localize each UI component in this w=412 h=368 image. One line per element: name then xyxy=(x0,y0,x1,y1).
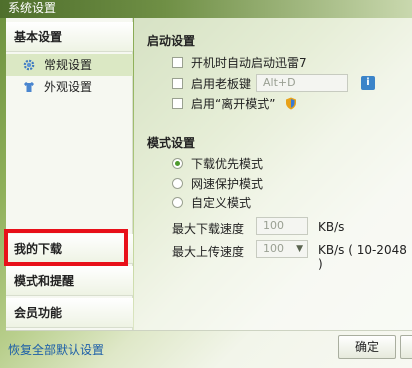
sidebar-item-label: 外观设置 xyxy=(44,80,93,94)
boss-key-checkbox[interactable] xyxy=(172,77,183,89)
speed-protect-radio[interactable] xyxy=(172,177,183,189)
boss-key-checkbox-row[interactable]: 启用老板键 xyxy=(172,74,251,92)
shield-icon[interactable] xyxy=(285,97,297,110)
autostart-checkbox-row[interactable]: 开机时自动启动迅雷7 xyxy=(172,53,307,71)
ok-button[interactable]: 确定 xyxy=(338,335,396,359)
boss-key-field[interactable]: Alt+D xyxy=(256,74,348,92)
autostart-checkbox[interactable] xyxy=(172,56,183,68)
startup-section-title: 启动设置 xyxy=(147,34,196,48)
sidebar-header-basic[interactable]: 基本设置 xyxy=(6,22,133,52)
boss-key-label: 启用老板键 xyxy=(191,76,252,91)
away-mode-label: 启用“离开模式” xyxy=(191,96,276,111)
footer-divider xyxy=(6,330,412,331)
info-icon[interactable]: i xyxy=(361,76,375,90)
max-download-unit: KB/s xyxy=(318,220,345,234)
gear-icon xyxy=(23,59,35,71)
autostart-label: 开机时自动启动迅雷7 xyxy=(191,55,307,70)
sidebar-header-mode-reminders[interactable]: 模式和提醒 xyxy=(6,266,133,296)
max-upload-field[interactable]: 100 ▼ xyxy=(256,240,308,258)
max-upload-value: 100 xyxy=(263,242,284,255)
mode-option-label: 自定义模式 xyxy=(191,195,252,210)
mode-section-title: 模式设置 xyxy=(147,136,196,150)
dropdown-arrow-icon[interactable]: ▼ xyxy=(296,241,303,257)
cancel-button[interactable] xyxy=(400,335,412,359)
max-upload-unit: KB/s ( 10-2048 ) xyxy=(318,243,407,271)
mode-option-download-priority[interactable]: 下载优先模式 xyxy=(172,154,263,172)
sidebar: 基本设置 常规设置 外观设置 我的下载 模式和提醒 会员功能 xyxy=(6,18,133,330)
mode-option-speed-protect[interactable]: 网速保护模式 xyxy=(172,174,263,192)
sidebar-item-label: 常规设置 xyxy=(44,58,93,72)
restore-defaults-link[interactable]: 恢复全部默认设置 xyxy=(8,341,104,358)
download-priority-radio[interactable] xyxy=(172,157,183,169)
mode-option-label: 网速保护模式 xyxy=(191,176,264,191)
sidebar-item-appearance[interactable]: 外观设置 xyxy=(6,76,133,98)
sidebar-header-member[interactable]: 会员功能 xyxy=(6,298,133,328)
max-download-label: 最大下载速度 xyxy=(172,222,245,236)
highlight-box xyxy=(4,229,128,266)
max-download-field[interactable]: 100 xyxy=(256,217,308,235)
mode-option-label: 下载优先模式 xyxy=(191,156,264,171)
away-mode-checkbox[interactable] xyxy=(172,97,183,109)
window-title: 系统设置 xyxy=(0,0,412,18)
custom-mode-radio[interactable] xyxy=(172,196,183,208)
shirt-icon xyxy=(24,82,34,92)
sidebar-item-general[interactable]: 常规设置 xyxy=(6,54,133,76)
mode-option-custom[interactable]: 自定义模式 xyxy=(172,193,251,211)
away-mode-checkbox-row[interactable]: 启用“离开模式” xyxy=(172,94,275,112)
max-upload-label: 最大上传速度 xyxy=(172,245,245,259)
